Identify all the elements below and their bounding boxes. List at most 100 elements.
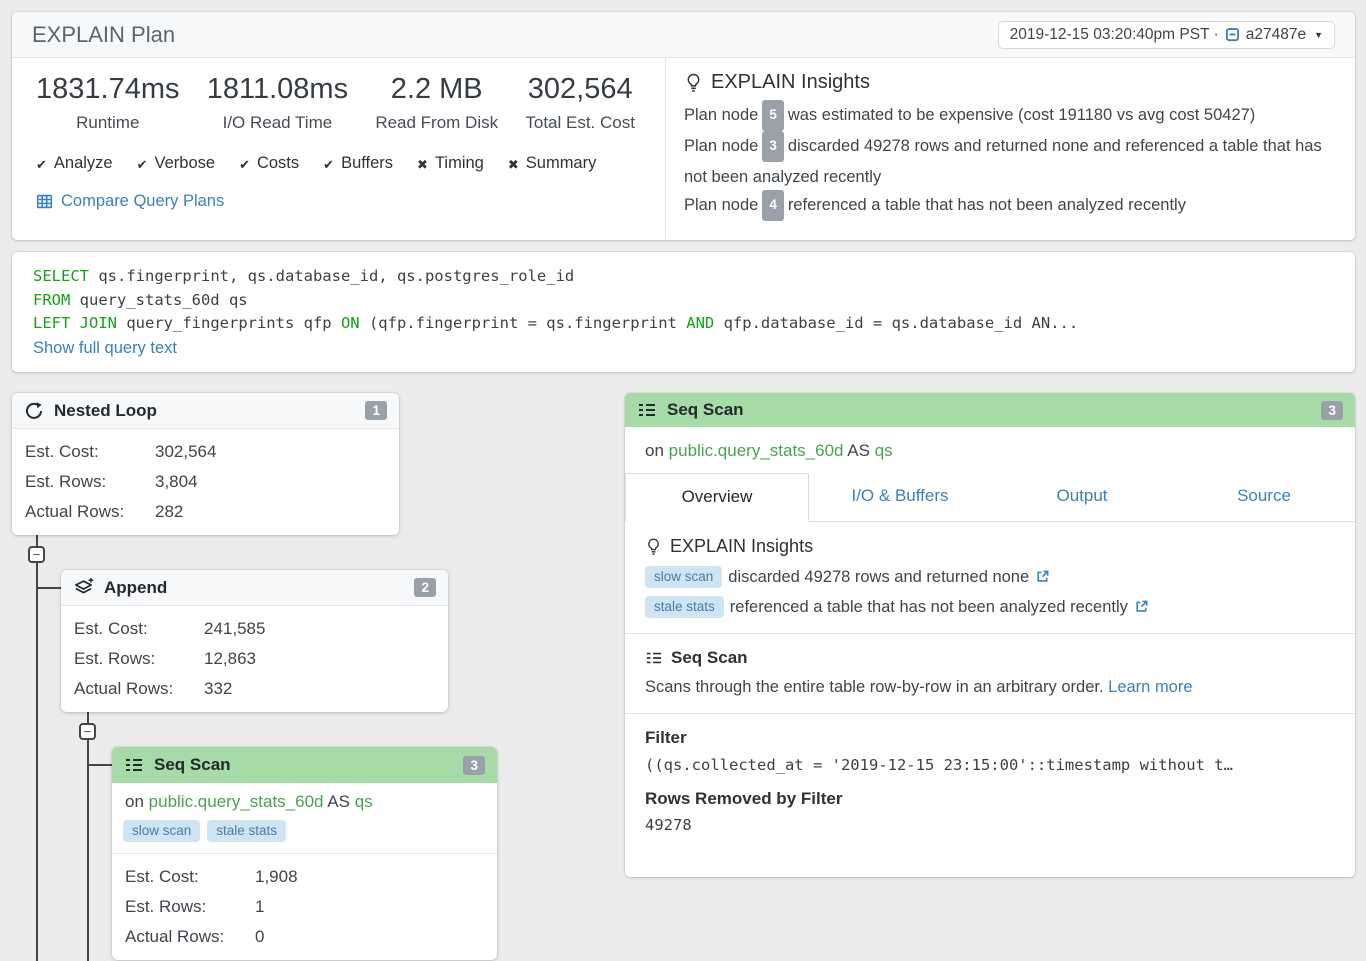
flag-label: Buffers	[341, 154, 393, 173]
plan-node-badge[interactable]: 3	[762, 131, 784, 162]
stat-row-label: Est. Cost:	[74, 619, 204, 639]
compare-link-label: Compare Query Plans	[61, 192, 224, 211]
insights-list: Plan node5was estimated to be expensive …	[684, 101, 1337, 222]
stat-label: I/O Read Time	[207, 113, 348, 133]
rows-removed-value: 49278	[645, 816, 1335, 834]
sql-text: query_fingerprints qfp	[117, 314, 341, 332]
stat-row: Actual Rows:332	[74, 674, 435, 704]
sql-keyword: FROM	[33, 291, 70, 309]
relation-prefix: on	[125, 792, 144, 811]
learn-more-link[interactable]: Learn more	[1108, 678, 1192, 696]
table-link[interactable]: public.query_stats_60d	[149, 792, 324, 811]
plan-node-nested-loop[interactable]: Nested Loop 1 Est. Cost:302,564 Est. Row…	[12, 393, 399, 535]
plan-node-append[interactable]: Append 2 Est. Cost:241,585 Est. Rows:12,…	[61, 570, 448, 712]
collapse-toggle[interactable]: −	[79, 723, 96, 740]
sql-keyword: LEFT JOIN	[33, 314, 117, 332]
plan-node-badge[interactable]: 5	[762, 100, 784, 131]
stat-row-label: Est. Rows:	[25, 472, 155, 492]
relation-prefix: on	[645, 441, 664, 460]
node-type-heading-label: Seq Scan	[671, 648, 748, 668]
alias-link[interactable]: qs	[875, 441, 893, 460]
stat-row: Actual Rows:282	[25, 497, 386, 527]
insight-prefix: Plan node	[684, 106, 758, 124]
stat-value: 302,564	[525, 73, 635, 106]
stat-row-value: 12,863	[204, 649, 256, 669]
stat-row-label: Est. Rows:	[74, 649, 204, 669]
compare-query-plans-link[interactable]: Compare Query Plans	[36, 192, 224, 211]
sql-keyword: ON	[341, 314, 360, 332]
commit-icon	[1225, 27, 1240, 42]
insight-prefix: Plan node	[684, 137, 758, 155]
plan-node-header: Seq Scan 3	[112, 747, 497, 783]
plan-node-seq-scan[interactable]: Seq Scan 3 on public.query_stats_60d AS …	[112, 747, 497, 960]
check-icon: ✔	[137, 157, 148, 173]
tab-source[interactable]: Source	[1173, 473, 1355, 521]
detail-insights-heading: EXPLAIN Insights	[645, 536, 1335, 557]
show-full-query-link[interactable]: Show full query text	[33, 339, 177, 358]
stat-row: Est. Rows:3,804	[25, 467, 386, 497]
tree-connector-horizontal	[38, 587, 61, 589]
insight-item: Plan node3discarded 49278 rows and retur…	[684, 137, 1322, 186]
snapshot-selector-button[interactable]: 2019-12-15 03:20:40pm PST · a27487e ▼	[998, 21, 1335, 49]
tab-output[interactable]: Output	[991, 473, 1173, 521]
stat-row-value: 241,585	[204, 619, 265, 639]
sql-text: qfp.database_id = qs.database_id AN...	[714, 314, 1078, 332]
plan-node-title: Append	[104, 578, 167, 598]
tag-stale-stats[interactable]: stale stats	[207, 820, 286, 842]
explain-plan-header: EXPLAIN Plan 2019-12-15 03:20:40pm PST ·…	[12, 12, 1355, 58]
table-link[interactable]: public.query_stats_60d	[669, 441, 844, 460]
sql-line: SELECT qs.fingerprint, qs.database_id, q…	[33, 265, 1334, 289]
stat-row-label: Actual Rows:	[25, 502, 155, 522]
stat-row-label: Est. Rows:	[125, 897, 255, 917]
detail-tabs: Overview I/O & Buffers Output Source	[625, 473, 1355, 522]
x-icon: ✖	[508, 157, 519, 173]
collapse-toggle[interactable]: −	[28, 546, 45, 563]
explain-insights-pane: EXPLAIN Insights Plan node5was estimated…	[666, 58, 1355, 239]
tag-stale-stats[interactable]: stale stats	[645, 596, 724, 618]
stat-read-from-disk: 2.2 MB Read From Disk	[375, 73, 498, 133]
stat-row-value: 282	[155, 502, 183, 522]
stat-runtime: 1831.74ms Runtime	[36, 73, 180, 133]
stat-row-label: Est. Cost:	[125, 867, 255, 887]
filter-label: Filter	[645, 728, 1335, 748]
flag-timing: ✖Timing	[417, 154, 484, 173]
plan-node-tags: slow scan stale stats	[112, 812, 497, 854]
tag-slow-scan[interactable]: slow scan	[123, 820, 200, 842]
flag-label: Costs	[257, 154, 299, 173]
stat-row: Actual Rows:0	[125, 922, 484, 952]
check-icon: ✔	[239, 157, 250, 173]
check-icon: ✔	[323, 157, 334, 173]
stat-row-value: 332	[204, 679, 232, 699]
sql-text: qs.fingerprint, qs.database_id, qs.postg…	[89, 267, 574, 285]
external-link-icon[interactable]	[1035, 569, 1050, 589]
tab-overview[interactable]: Overview	[625, 473, 809, 522]
stat-row: Est. Cost:1,908	[125, 862, 484, 892]
plan-node-number-badge: 3	[1321, 401, 1343, 420]
detail-insight-item: stale statsreferenced a table that has n…	[645, 597, 1335, 617]
plan-node-title: Nested Loop	[54, 401, 157, 421]
tag-slow-scan[interactable]: slow scan	[645, 566, 722, 588]
plan-node-title: Seq Scan	[154, 755, 231, 775]
detail-title: Seq Scan	[667, 400, 744, 420]
stat-row-value: 1,908	[255, 867, 298, 887]
flag-costs: ✔ Costs	[239, 154, 299, 173]
external-link-icon[interactable]	[1134, 599, 1149, 619]
stat-row-value: 302,564	[155, 442, 216, 462]
explain-flags-row: ✔Analyze ✔Verbose ✔Costs ✔Buffers ✖Timin…	[36, 154, 641, 173]
tab-io-buffers[interactable]: I/O & Buffers	[809, 473, 991, 521]
detail-relation: on public.query_stats_60d AS qs	[625, 427, 1355, 473]
caret-down-icon: ▼	[1314, 30, 1323, 40]
insight-text: discarded 49278 rows and returned none	[728, 568, 1029, 586]
alias-link[interactable]: qs	[355, 792, 373, 811]
stat-row-label: Actual Rows:	[125, 927, 255, 947]
stat-row: Est. Cost:241,585	[74, 614, 435, 644]
node-type-heading: Seq Scan	[645, 648, 1335, 668]
plan-node-badge[interactable]: 4	[762, 190, 784, 221]
stat-label: Total Est. Cost	[525, 113, 635, 133]
stat-row-value: 3,804	[155, 472, 198, 492]
filter-expression: ((qs.collected_at = '2019-12-15 23:15:00…	[645, 756, 1335, 774]
snapshot-id: a27487e	[1246, 26, 1306, 44]
stat-row-value: 1	[255, 897, 264, 917]
insight-item: Plan node5was estimated to be expensive …	[684, 106, 1255, 124]
explain-stats-pane: 1831.74ms Runtime 1811.08ms I/O Read Tim…	[12, 58, 666, 239]
